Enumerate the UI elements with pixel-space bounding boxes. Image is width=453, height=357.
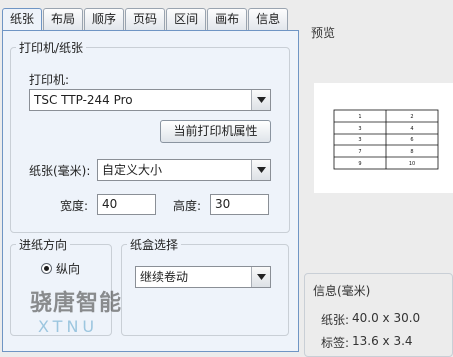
preview-area: 1 2 3 4 3 6 7 8 9 10 <box>314 83 453 193</box>
printer-label: 打印机: <box>29 73 70 87</box>
tab-order[interactable]: 顺序 <box>84 8 125 30</box>
preview-cell: 3 <box>358 137 361 143</box>
preview-cell: 3 <box>358 126 361 132</box>
info-label-value: 13.6 x 3.4 <box>352 334 413 348</box>
watermark-logo: XTNU <box>38 317 99 336</box>
tab-canvas[interactable]: 画布 <box>207 8 248 30</box>
radio-selected-icon[interactable] <box>41 263 52 274</box>
info-paper-label: 纸张: <box>321 313 350 327</box>
preview-cell: 2 <box>410 114 413 120</box>
portrait-radio[interactable]: 纵向 <box>41 260 80 277</box>
tab-page-number[interactable]: 页码 <box>125 8 166 30</box>
preview-cell: 4 <box>410 126 413 132</box>
tab-paper[interactable]: 纸张 <box>2 8 43 31</box>
preview-cell: 10 <box>409 161 415 167</box>
paper-size-select[interactable]: 自定义大小 <box>97 159 271 181</box>
tray-select[interactable]: 继续卷动 <box>135 266 271 288</box>
feed-direction-title: 进纸方向 <box>19 238 68 252</box>
tab-layout[interactable]: 布局 <box>43 8 84 30</box>
height-label: 高度: <box>173 199 202 213</box>
printer-properties-button[interactable]: 当前打印机属性 <box>160 120 271 143</box>
chevron-down-icon[interactable] <box>251 90 270 110</box>
tray-select-value: 继续卷动 <box>140 270 189 284</box>
chevron-down-icon[interactable] <box>251 160 270 180</box>
preview-cell: 9 <box>358 161 361 167</box>
preview-cell: 8 <box>410 149 413 155</box>
printer-select-value: TSC TTP-244 Pro <box>34 93 133 107</box>
height-field[interactable]: 30 <box>210 194 269 215</box>
printer-select[interactable]: TSC TTP-244 Pro <box>29 89 271 111</box>
chevron-down-icon[interactable] <box>251 267 270 287</box>
portrait-radio-label: 纵向 <box>56 262 81 276</box>
printer-paper-group-title: 打印机/纸张 <box>19 41 84 55</box>
info-title: 信息(毫米) <box>311 282 373 299</box>
tab-info[interactable]: 信息 <box>248 8 289 30</box>
preview-cell: 6 <box>410 137 413 143</box>
preview-title: 预览 <box>311 26 336 40</box>
preview-cell: 1 <box>358 114 361 120</box>
tab-bar: 纸张 布局 顺序 页码 区间 画布 信息 <box>2 8 289 31</box>
info-label-label: 标签: <box>321 336 350 350</box>
width-label: 宽度: <box>60 199 89 213</box>
watermark-text: 骁唐智能 <box>30 291 123 316</box>
preview-label-table: 1 2 3 4 3 6 7 8 9 10 <box>333 109 439 170</box>
tray-select-title: 纸盒选择 <box>130 238 179 252</box>
width-field[interactable]: 40 <box>97 194 156 215</box>
paper-size-select-value: 自定义大小 <box>102 163 163 177</box>
tab-range[interactable]: 区间 <box>166 8 207 30</box>
preview-cell: 7 <box>358 149 361 155</box>
info-paper-value: 40.0 x 30.0 <box>352 311 421 325</box>
paper-size-label: 纸张(毫米): <box>29 164 91 178</box>
